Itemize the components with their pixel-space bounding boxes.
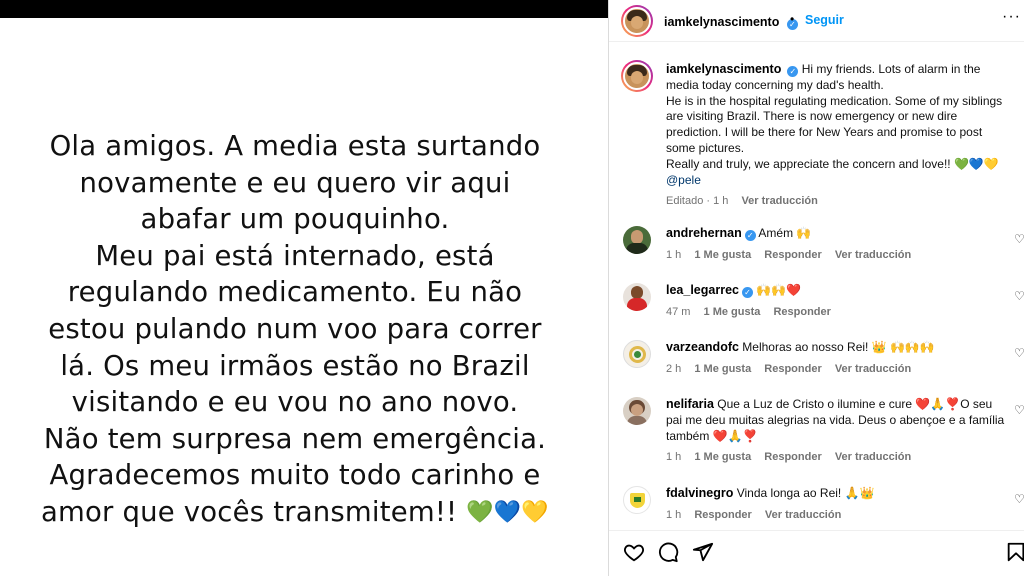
avatar[interactable] <box>623 486 651 514</box>
story-text: Ola amigos. A media esta surtando novame… <box>0 128 590 532</box>
caption-avatar[interactable] <box>621 60 653 92</box>
header-username-wrap: iamkelynascimento ✓ <box>664 13 798 31</box>
heart-icon[interactable] <box>623 541 645 563</box>
comment-username[interactable]: nelifaria <box>666 397 714 411</box>
caption-meta: Editado · 1 h Ver traducción <box>666 194 1006 210</box>
heart-icon[interactable]: ♡ <box>1014 289 1024 303</box>
reply-button[interactable]: Responder <box>764 363 821 375</box>
caption-time: Editado · 1 h <box>666 195 729 208</box>
reply-button[interactable]: Responder <box>764 249 821 261</box>
story-line: abafar um pouquinho. <box>140 203 450 236</box>
avatar[interactable] <box>623 283 651 311</box>
comment-time: 2 h <box>666 363 682 375</box>
comment-text: andrehernan ✓ Amém 🙌 <box>666 226 1006 242</box>
avatar[interactable] <box>623 340 651 368</box>
comment-meta: 47 m 1 Me gusta Responder <box>666 306 841 318</box>
avatar[interactable] <box>621 5 653 37</box>
story-line: Agradecemos muito todo carinho e <box>49 459 541 492</box>
comment-body: Que a Luz de Cristo o ilumine e cure ❤️🙏… <box>666 397 1005 443</box>
story-line-last: amor que vocês transmitem!! 💚💙💛 <box>0 494 590 532</box>
comment-body: Melhoras ao nosso Rei! 👑 🙌🙌🙌 <box>742 340 935 354</box>
comment-username[interactable]: varzeandofc <box>666 340 739 354</box>
comment-time: 1 h <box>666 451 682 463</box>
reply-button[interactable]: Responder <box>764 451 821 463</box>
story-line: Ola amigos. A media esta surtando <box>49 130 541 162</box>
follow-button[interactable]: Seguir <box>805 13 844 27</box>
translate-link[interactable]: Ver traducción <box>835 249 911 261</box>
verified-icon: ✓ <box>744 230 756 241</box>
comment-likes[interactable]: 1 Me gusta <box>694 249 751 261</box>
caption-translate-link[interactable]: Ver traducción <box>741 195 817 207</box>
story-top-bar <box>0 0 608 18</box>
story-line: novamente e eu quero vir aqui <box>79 166 511 199</box>
save-icon[interactable] <box>1005 541 1024 563</box>
header-username[interactable]: iamkelynascimento <box>664 15 779 29</box>
comment-username[interactable]: andrehernan <box>666 226 742 240</box>
comment-meta: 1 h Responder Ver traducción <box>666 509 851 521</box>
translate-link[interactable]: Ver traducción <box>765 509 841 521</box>
avatar[interactable] <box>623 226 651 254</box>
verified-icon: ✓ <box>741 287 753 298</box>
comment-time: 47 m <box>666 306 691 318</box>
story-line: Meu pai está internado, está <box>95 239 495 272</box>
heart-icon[interactable]: ♡ <box>1014 346 1024 360</box>
share-icon[interactable] <box>692 541 714 563</box>
reply-button[interactable]: Responder <box>694 509 751 521</box>
comment-time: 1 h <box>666 249 682 261</box>
hearts-emoji: 💚💙💛 <box>466 499 550 525</box>
comment-text: varzeandofc Melhoras ao nosso Rei! 👑 🙌🙌🙌 <box>666 340 1006 356</box>
comment-text: lea_legarrec ✓ 🙌🙌❤️ <box>666 283 1006 299</box>
heart-icon[interactable]: ♡ <box>1014 492 1024 506</box>
avatar[interactable] <box>623 397 651 425</box>
story-line: lá. Os meu irmãos estão no Brazil <box>60 349 530 382</box>
comment-body: Amém 🙌 <box>758 226 812 240</box>
caption-mention[interactable]: @pele <box>666 173 1006 189</box>
caption-username[interactable]: iamkelynascimento <box>666 62 781 76</box>
post-header: iamkelynascimento ✓ • Seguir ··· <box>609 0 1024 42</box>
comment-text: fdalvinegro Vinda longa ao Rei! 🙏👑 <box>666 486 1006 502</box>
comment-likes[interactable]: 1 Me gusta <box>694 363 751 375</box>
story-line: Não tem surpresa nem emergência. <box>43 422 547 455</box>
comment-meta: 2 h 1 Me gusta Responder Ver traducción <box>666 363 921 375</box>
comment-username[interactable]: fdalvinegro <box>666 486 733 500</box>
heart-icon[interactable]: ♡ <box>1014 403 1024 417</box>
comment-body: 🙌🙌❤️ <box>756 283 802 297</box>
story-line: estou pulando num voo para correr <box>48 312 542 345</box>
separator-dot: • <box>790 12 795 26</box>
reply-button[interactable]: Responder <box>773 306 830 318</box>
comment-icon[interactable] <box>657 541 679 563</box>
caption-text-2: He is in the hospital regulating medicat… <box>666 93 1003 155</box>
caption-text-3: Really and truly, we appreciate the conc… <box>666 156 999 171</box>
caption: iamkelynascimento ✓ Hi my friends. Lots o… <box>666 62 1006 210</box>
verified-icon: ✓ <box>787 66 799 77</box>
comment-meta: 1 h 1 Me gusta Responder Ver traducción <box>666 249 921 261</box>
heart-icon[interactable]: ♡ <box>1014 232 1024 246</box>
story-line: regulando medicamento. Eu não <box>67 276 523 309</box>
translate-link[interactable]: Ver traducción <box>835 451 911 463</box>
comment-likes[interactable]: 1 Me gusta <box>694 451 751 463</box>
comment-body: Vinda longa ao Rei! 🙏👑 <box>736 486 875 500</box>
comment-text: nelifaria Que a Luz de Cristo o ilumine … <box>666 397 1006 444</box>
caption-first: iamkelynascimento ✓ Hi my friends. Lots o… <box>666 62 1006 94</box>
more-icon[interactable]: ··· <box>1002 8 1021 26</box>
story-line: amor que vocês transmitem!! <box>40 495 458 528</box>
translate-link[interactable]: Ver traducción <box>835 363 911 375</box>
action-bar <box>609 530 1024 576</box>
post-panel: iamkelynascimento ✓ • Seguir ··· iamkely… <box>609 0 1024 576</box>
comment-meta: 1 h 1 Me gusta Responder Ver traducción <box>666 451 921 463</box>
comment-likes[interactable]: 1 Me gusta <box>704 306 761 318</box>
comment-time: 1 h <box>666 509 682 521</box>
story-image: Ola amigos. A media esta surtando novame… <box>0 0 608 576</box>
story-line: visitando e eu vou no ano novo. <box>71 386 519 419</box>
comment-username[interactable]: lea_legarrec <box>666 283 739 297</box>
